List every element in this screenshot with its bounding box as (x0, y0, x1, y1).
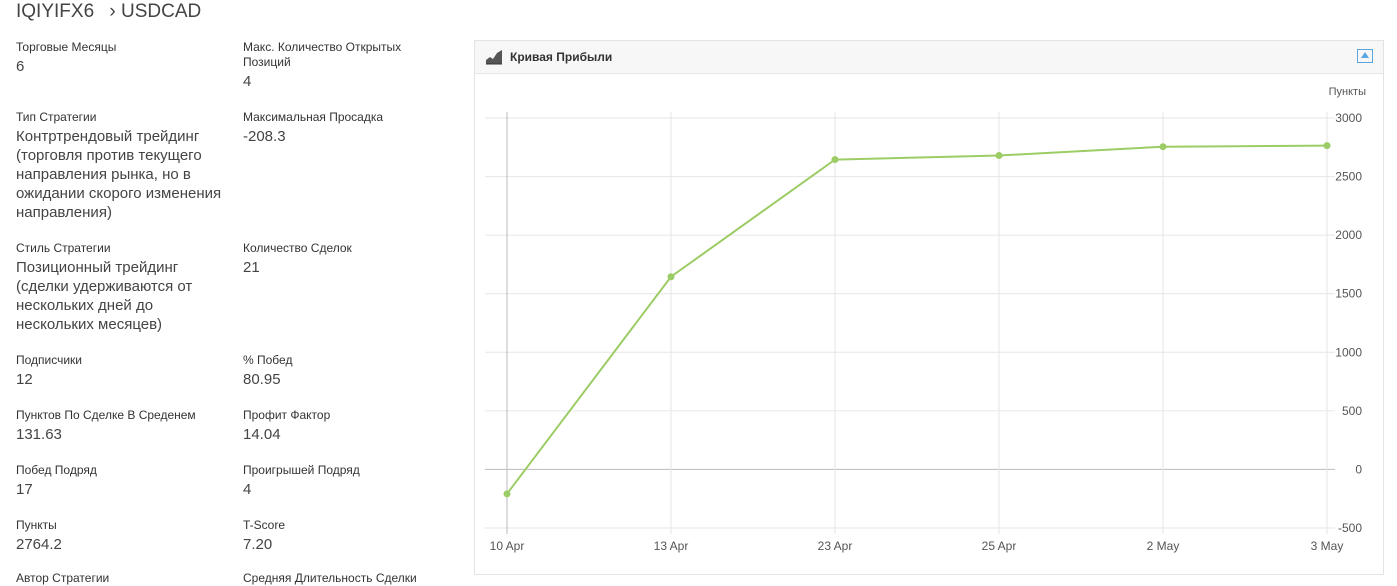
stat-label: Подписчики (16, 353, 83, 367)
breadcrumb-separator: › (109, 1, 116, 22)
stat-value: Контртрендовый трейдинг (торговля против… (16, 128, 222, 221)
y-tick-label: 2500 (1335, 170, 1362, 184)
stat-subscribers: Подписчики 12 (16, 353, 231, 389)
y-tick-label: 0 (1355, 462, 1362, 476)
stat-label: Макс. Количество Открытых Позиций (243, 40, 402, 69)
stat-value: 2764.2 (16, 536, 62, 553)
data-point (831, 156, 839, 164)
stat-pips: Пункты 2764.2 (16, 518, 231, 554)
data-point (995, 151, 1003, 159)
y-axis-label: Пункты (1329, 86, 1366, 98)
y-tick-label: 2000 (1335, 228, 1362, 242)
y-tick-label: 500 (1342, 404, 1362, 418)
stat-value: 4 (243, 73, 252, 90)
profit-curve-chart: -500 0 500 1000 1500 2000 2500 3000 10 Apr 13 Apr… (485, 86, 1366, 553)
stat-value: 21 (243, 259, 260, 276)
stat-label: Максимальная Просадка (243, 110, 384, 124)
stat-losses-in-row: Проигрышей Подряд 4 (243, 463, 458, 499)
stat-label: Стиль Стратегии (16, 241, 111, 255)
stat-value: 7.20 (243, 536, 273, 553)
x-tick-label: 3 May (1311, 539, 1344, 553)
stat-value: 6 (16, 58, 25, 75)
stat-value: 4 (243, 481, 252, 498)
stat-strategy-author: Автор Стратегии (16, 571, 231, 586)
stat-label: Побед Подряд (16, 463, 97, 477)
stat-label: Пунктов По Сделке В Среденем (16, 408, 196, 422)
x-tick-label: 23 Apr (818, 539, 853, 553)
stat-value: 14.04 (243, 426, 281, 443)
page-title: IQIYIFX6 › USDCAD (16, 0, 201, 24)
stat-max-open-positions: Макс. Количество Открытых Позиций 4 (243, 40, 428, 91)
stat-strategy-style: Стиль Стратегии Позиционный трейдинг (сд… (16, 241, 216, 334)
y-tick-label: 3000 (1335, 111, 1362, 125)
data-point (1323, 142, 1331, 150)
stat-label: Торговые Месяцы (16, 40, 117, 54)
stat-trading-months: Торговые Месяцы 6 (16, 40, 231, 76)
provider-name[interactable]: IQIYIFX6 (16, 1, 94, 22)
profit-curve-panel: Кривая Прибыли -500 0 500 1000 1500 2000 2500 3… (474, 40, 1384, 575)
y-tick-label: -500 (1338, 521, 1362, 535)
stat-label: Пункты (16, 518, 57, 532)
stat-max-drawdown: Максимальная Просадка -208.3 (243, 110, 458, 146)
stat-label: T-Score (243, 518, 286, 532)
x-tick-label: 13 Apr (654, 539, 689, 553)
stat-label: Профит Фактор (243, 408, 331, 422)
stat-wins-in-row: Побед Подряд 17 (16, 463, 231, 499)
symbol-name: USDCAD (121, 1, 202, 22)
y-tick-label: 1000 (1335, 345, 1362, 359)
stat-value: 80.95 (243, 371, 281, 388)
stat-label: % Побед (243, 353, 293, 367)
x-tick-label: 25 Apr (982, 539, 1017, 553)
stat-label: Количество Сделок (243, 241, 352, 255)
stat-avg-trade-duration: Средняя Длительность Сделки (243, 571, 458, 586)
stat-avg-pips-per-trade: Пунктов По Сделке В Среденем 131.63 (16, 408, 231, 444)
stat-label: Средняя Длительность Сделки (243, 571, 417, 585)
stat-label: Проигрышей Подряд (243, 463, 360, 477)
x-tick-label: 10 Apr (490, 539, 525, 553)
stat-profit-factor: Профит Фактор 14.04 (243, 408, 458, 444)
stat-label: Тип Стратегии (16, 110, 97, 124)
stat-win-percent: % Побед 80.95 (243, 353, 458, 389)
series-line (506, 144, 1328, 495)
stat-value: Позиционный трейдинг (сделки удерживаютс… (16, 259, 193, 333)
stat-value: 17 (16, 481, 33, 498)
stat-t-score: T-Score 7.20 (243, 518, 458, 554)
stat-trades-count: Количество Сделок 21 (243, 241, 458, 277)
stat-value: -208.3 (243, 128, 286, 145)
data-point (503, 490, 511, 498)
y-tick-label: 1500 (1335, 287, 1362, 301)
data-point (1159, 143, 1167, 151)
data-point (667, 273, 675, 281)
stat-value: 12 (16, 371, 33, 388)
stat-label: Автор Стратегии (16, 571, 110, 585)
x-tick-label: 2 May (1147, 539, 1180, 553)
stat-strategy-type: Тип Стратегии Контртрендовый трейдинг (т… (16, 110, 226, 222)
stat-value: 131.63 (16, 426, 62, 443)
